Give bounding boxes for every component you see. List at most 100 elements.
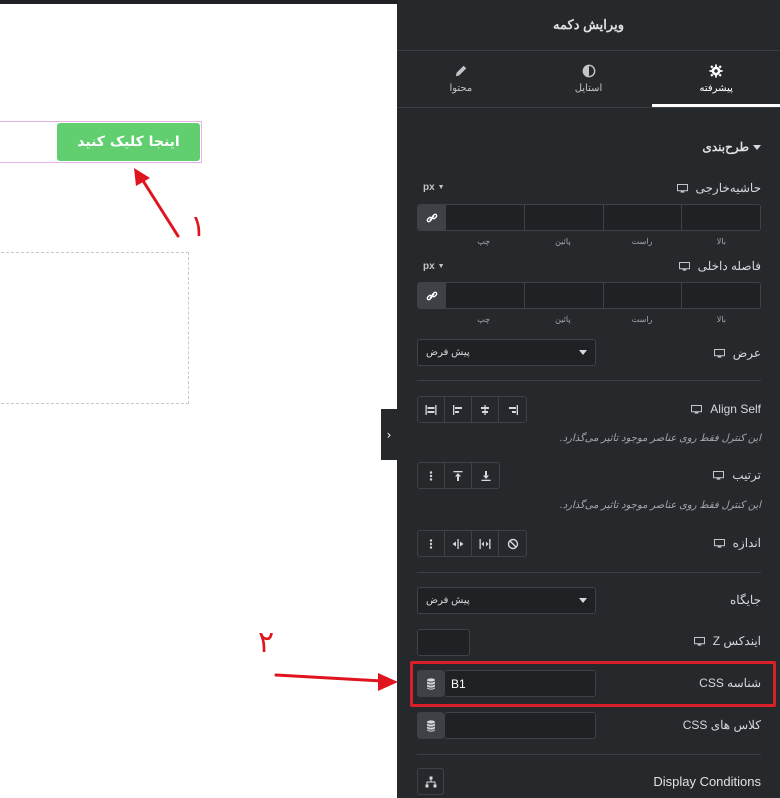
panel-tabs: پیشرفته استایل محتوا	[397, 51, 780, 108]
position-select[interactable]: پیش فرض	[417, 587, 596, 614]
empty-drop-area[interactable]	[0, 252, 189, 404]
width-value: پیش فرض	[426, 347, 470, 358]
align-start-button[interactable]	[445, 397, 472, 422]
margin-top-input[interactable]	[681, 205, 760, 230]
css-classes-input[interactable]	[444, 712, 596, 739]
divider	[417, 380, 761, 381]
link-values-button[interactable]	[418, 205, 445, 230]
align-self-note: این کنترل فقط روی عناصر موجود تاثیر می‌گ…	[559, 433, 761, 444]
padding-unit: px	[423, 261, 435, 272]
tab-style[interactable]: استایل	[525, 51, 653, 107]
panel-collapse-toggle[interactable]: ›	[381, 409, 397, 460]
size-label: اندازه	[732, 536, 761, 550]
margin-right-input[interactable]	[602, 205, 682, 230]
side-label-bottom: پائین	[555, 315, 571, 324]
side-label-top: بالا	[716, 237, 726, 246]
caret-down-icon	[579, 598, 587, 603]
side-label-right: راست	[631, 237, 653, 246]
caret-down-icon	[753, 144, 761, 150]
align-start-icon	[453, 404, 462, 415]
dynamic-tags-button[interactable]	[417, 712, 444, 739]
order-label: ترتیب	[732, 468, 761, 482]
side-label-left: چپ	[477, 237, 491, 246]
desktop-icon	[678, 261, 690, 271]
editor-window: اینجا کلیک کنید ۱ ۲ ویرایش دکمه پیشرفته …	[0, 0, 780, 798]
top-bar	[0, 0, 397, 4]
annotation-arrow-1	[134, 168, 180, 238]
padding-bottom-input[interactable]	[523, 283, 603, 308]
database-icon	[426, 719, 435, 732]
more-vertical-icon	[429, 470, 433, 481]
align-stretch-icon	[425, 404, 437, 415]
margin-inputs	[417, 204, 761, 231]
desktop-icon	[713, 348, 725, 358]
order-first-button[interactable]	[445, 463, 472, 488]
link-values-button[interactable]	[418, 283, 445, 308]
padding-label: فاصله داخلی	[697, 259, 761, 273]
annotation-number-2: ۲	[258, 625, 275, 660]
size-buttons	[417, 530, 527, 557]
half-circle-icon	[582, 64, 595, 78]
tab-advanced-label: پیشرفته	[699, 83, 733, 94]
padding-unit-select[interactable]: px ▼	[423, 261, 445, 272]
align-end-button[interactable]	[499, 397, 526, 422]
arrow-to-bottom-icon	[481, 470, 490, 481]
margin-bottom-input[interactable]	[523, 205, 603, 230]
tab-advanced[interactable]: پیشرفته	[652, 51, 780, 107]
margin-unit-select[interactable]: px ▼	[423, 182, 445, 193]
margin-label-row: حاشیه‌خارجی	[676, 181, 761, 195]
order-label-row: ترتیب	[713, 468, 761, 482]
divider	[417, 754, 761, 755]
side-label-bottom: پائین	[555, 237, 571, 246]
arrow-to-top-icon	[453, 470, 463, 481]
z-index-label-row: ایندکس Z	[693, 634, 761, 648]
padding-label-row: فاصله داخلی	[678, 259, 761, 273]
chevron-down-icon: ▼	[437, 263, 445, 270]
chevron-right-icon: ›	[386, 427, 392, 442]
ban-icon	[507, 538, 518, 549]
css-classes-label-row: کلاس های CSS	[683, 718, 761, 732]
size-label-row: اندازه	[713, 536, 761, 550]
size-none-button[interactable]	[499, 531, 526, 556]
align-self-buttons	[417, 396, 527, 423]
padding-top-input[interactable]	[681, 283, 760, 308]
tab-content-label: محتوا	[449, 83, 473, 94]
align-stretch-button[interactable]	[418, 397, 445, 422]
margin-unit: px	[423, 182, 435, 193]
section-layout-toggle[interactable]: طرح‌بندی	[702, 140, 761, 154]
size-shrink-button[interactable]	[445, 531, 472, 556]
align-center-button[interactable]	[472, 397, 499, 422]
padding-left-input[interactable]	[445, 283, 524, 308]
width-label-row: عرض	[713, 346, 761, 360]
z-index-input[interactable]	[417, 629, 470, 656]
width-label: عرض	[732, 346, 761, 360]
side-label-left: چپ	[477, 315, 491, 324]
click-here-button[interactable]: اینجا کلیک کنید	[57, 123, 200, 161]
order-more-button[interactable]	[418, 463, 445, 488]
more-vertical-icon	[429, 538, 433, 549]
annotation-highlight-box	[410, 661, 776, 707]
section-layout-label: طرح‌بندی	[702, 140, 749, 154]
padding-inputs	[417, 282, 761, 309]
tab-content[interactable]: محتوا	[397, 51, 525, 107]
sitemap-icon	[425, 776, 436, 787]
size-more-button[interactable]	[418, 531, 445, 556]
divider	[417, 572, 761, 573]
width-select[interactable]: پیش فرض	[417, 339, 596, 366]
position-label-row: جایگاه	[730, 593, 761, 607]
caret-down-icon	[579, 350, 587, 355]
margin-label: حاشیه‌خارجی	[695, 181, 761, 195]
padding-right-input[interactable]	[602, 283, 682, 308]
margin-side-labels: چپ پائین راست بالا	[444, 237, 761, 246]
z-index-label: ایندکس Z	[712, 634, 761, 648]
annotation-number-1: ۱	[190, 209, 207, 244]
display-conditions-button[interactable]	[417, 768, 444, 795]
order-last-button[interactable]	[472, 463, 499, 488]
tab-style-label: استایل	[574, 83, 603, 94]
align-end-icon	[508, 404, 518, 415]
size-grow-button[interactable]	[472, 531, 499, 556]
margin-left-input[interactable]	[445, 205, 524, 230]
align-center-icon	[481, 404, 489, 415]
link-icon	[426, 213, 437, 222]
css-classes-label: کلاس های CSS	[682, 718, 761, 732]
